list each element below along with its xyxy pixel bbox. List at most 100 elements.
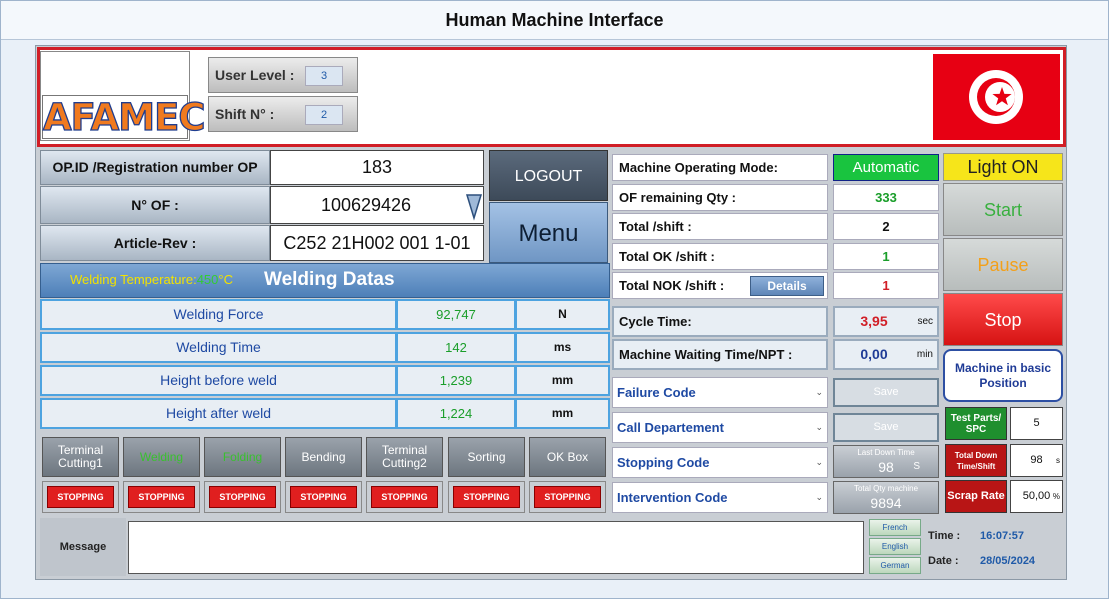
station-status: STOPPING [448,481,525,513]
menu-button[interactable]: Menu [489,202,608,263]
welding-temperature: Welding Temperature:450°C [70,272,233,287]
station-status: STOPPING [366,481,443,513]
start-button[interactable]: Start [943,183,1063,236]
test-parts-field[interactable]: 5 [1010,407,1063,440]
welding-title: Welding Datas [264,269,395,290]
welding-row: Welding Force 92,747 N [40,299,610,330]
welding-param-name: Height before weld [40,365,397,396]
welding-temp-value: 450 [196,272,219,287]
total-shift-label: Total /shift : [612,213,828,240]
article-field[interactable]: C252 21H002 001 1-01 [270,225,484,261]
total-down-time-value: 98 [1030,454,1043,466]
scrap-rate-value: 50,00 [1022,490,1051,502]
welding-param-value: 1,224 [396,398,516,429]
date-label: Date : [928,555,959,567]
light-on-button[interactable]: Light ON [943,153,1063,181]
station-terminal-cutting1-button[interactable]: Terminal Cutting1 [42,437,119,477]
station-terminal-cutting2-button[interactable]: Terminal Cutting2 [366,437,443,477]
welding-param-value: 92,747 [396,299,516,330]
cycle-time-unit: sec [917,316,933,327]
stopping-code-label: Stopping Code [617,455,710,470]
total-down-time-label: Total Down Time/Shift [945,444,1007,477]
cycle-time-value: 3,95 [860,313,888,329]
failure-code-label: Failure Code [617,385,696,400]
user-level-box: User Level : 3 [208,57,358,93]
station-welding-button[interactable]: Welding [123,437,200,477]
welding-row: Height after weld 1,224 mm [40,398,610,429]
basic-position-button[interactable]: Machine in basic Position [943,349,1063,402]
welding-row: Height before weld 1,239 mm [40,365,610,396]
welding-param-name: Height after weld [40,398,397,429]
chevron-down-icon: ⌄ [815,457,823,467]
waiting-time-value: 0,00 [860,346,888,362]
call-department-select[interactable]: Call Departement ⌄ [612,412,828,443]
station-status: STOPPING [204,481,281,513]
time-value: 16:07:57 [980,530,1025,542]
welding-temp-label: Welding Temperature: [70,272,197,287]
stopping-badge: STOPPING [47,486,114,508]
waiting-time-box: 0,00 min [833,339,939,370]
logout-button[interactable]: LOGOUT [489,150,608,201]
failure-save-button[interactable]: Save [833,378,939,407]
language-german-button[interactable]: German [869,557,921,574]
intervention-code-select[interactable]: Intervention Code ⌄ [612,482,828,513]
last-down-time-box: Last Down Time 98 S [833,445,939,478]
shift-label: Shift N° : [215,106,275,122]
total-down-time-box: 98 s [1010,444,1063,477]
last-down-time-unit: S [913,461,920,472]
welding-param-unit: ms [515,332,610,363]
welding-param-value: 142 [396,332,516,363]
stopping-code-select[interactable]: Stopping Code ⌄ [612,447,828,478]
intervention-code-label: Intervention Code [617,490,728,505]
welding-temp-unit: °C [218,272,233,287]
op-id-label: OP.ID /Registration number OP [40,150,270,185]
total-ok-label: Total OK /shift : [612,243,828,270]
stopping-badge: STOPPING [371,486,438,508]
station-status: STOPPING [529,481,606,513]
company-logo: AFAMEC [42,95,206,140]
stopping-badge: STOPPING [534,486,601,508]
welding-param-name: Welding Time [40,332,397,363]
station-folding-button[interactable]: Folding [204,437,281,477]
op-id-field[interactable]: 183 [270,150,484,185]
user-level-value: 3 [305,66,343,86]
total-qty-value: 9894 [870,495,902,511]
stopping-badge: STOPPING [209,486,276,508]
details-button[interactable]: Details [750,276,824,296]
test-parts-label: Test Parts/ SPC [945,407,1007,440]
language-french-button[interactable]: French [869,519,921,536]
time-label: Time : [928,530,961,542]
message-label: Message [40,518,126,576]
total-shift-value: 2 [833,213,939,240]
last-down-time-label: Last Down Time [857,448,915,457]
last-down-time-value: 98 [878,459,894,475]
flag-disc-icon [969,70,1023,124]
cycle-time-label: Cycle Time: [612,306,828,337]
scrap-rate-box: 50,00 % [1010,480,1063,513]
of-select[interactable]: 100629426 [270,186,484,224]
scrap-rate-label: Scrap Rate [945,480,1007,513]
welding-param-value: 1,239 [396,365,516,396]
welding-param-name: Welding Force [40,299,397,330]
of-label: N° OF : [40,186,270,224]
dropdown-arrow-icon[interactable] [464,191,484,221]
chevron-down-icon: ⌄ [815,422,823,432]
pause-button[interactable]: Pause [943,238,1063,291]
station-bending-button[interactable]: Bending [285,437,362,477]
station-ok-box-button[interactable]: OK Box [529,437,606,477]
station-sorting-button[interactable]: Sorting [448,437,525,477]
failure-code-select[interactable]: Failure Code ⌄ [612,377,828,408]
call-save-button[interactable]: Save [833,413,939,442]
total-qty-label: Total Qty machine [853,484,919,493]
station-status: STOPPING [42,481,119,513]
language-english-button[interactable]: English [869,538,921,555]
window-title: Human Machine Interface [1,1,1108,40]
shift-value: 2 [305,105,343,125]
cycle-time-box: 3,95 sec [833,306,939,337]
total-qty-box: Total Qty machine 9894 [833,481,939,514]
crescent-star-icon [977,78,1015,116]
article-label: Article-Rev : [40,225,270,261]
stop-button[interactable]: Stop [943,293,1063,346]
chevron-down-icon: ⌄ [815,387,823,397]
message-box [128,521,864,574]
